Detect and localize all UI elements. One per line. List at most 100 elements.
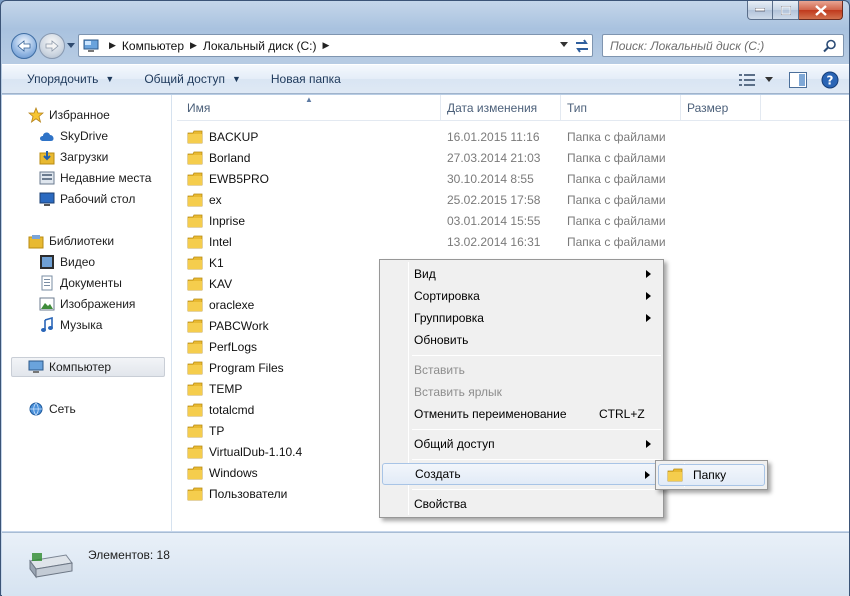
file-name-cell[interactable]: Program Files — [187, 357, 284, 378]
menu-label: Папку — [693, 468, 727, 482]
table-row[interactable]: Borland 27.03.2014 21:03 Папка с файлами — [177, 147, 849, 168]
column-label: Тип — [567, 101, 588, 115]
submenu-arrow-icon — [645, 471, 650, 479]
file-type: Папка с файлами — [567, 150, 666, 165]
back-button[interactable] — [11, 33, 37, 59]
file-name-cell[interactable]: TP — [187, 420, 224, 441]
breadcrumb-separator[interactable]: ▶ — [190, 40, 197, 51]
new-folder-label: Новая папка — [270, 72, 341, 86]
menu-item-paste-shortcut[interactable]: Вставить ярлык — [382, 381, 661, 403]
menu-item-sort[interactable]: Сортировка — [382, 285, 661, 307]
menu-shortcut: CTRL+Z — [599, 407, 645, 421]
organize-button[interactable]: Упорядочить ▼ — [2, 64, 124, 94]
nav-item-favorites[interactable]: Избранное — [28, 105, 196, 125]
nav-label: SkyDrive — [60, 129, 109, 143]
folder-icon — [187, 193, 203, 207]
nav-label: Библиотеки — [49, 234, 115, 248]
folder-icon — [187, 403, 203, 417]
file-type: Папка с файлами — [567, 129, 666, 144]
file-name-cell[interactable]: ex — [187, 189, 222, 210]
search-icon[interactable] — [823, 39, 837, 53]
file-date: 30.10.2014 8:55 — [447, 171, 534, 186]
file-name-cell[interactable]: VirtualDub-1.10.4 — [187, 441, 302, 462]
file-name: oraclexe — [209, 297, 255, 312]
menu-label: Вид — [414, 267, 436, 281]
breadcrumb-separator[interactable]: ▶ — [109, 40, 116, 51]
minimize-button[interactable] — [747, 1, 773, 20]
column-headers: Имя ▲ Дата изменения Тип Размер — [177, 95, 849, 121]
table-row[interactable]: Inprise 03.01.2014 15:55 Папка с файлами — [177, 210, 849, 231]
file-name: Inprise — [209, 213, 246, 228]
nav-item-libraries[interactable]: Библиотеки — [28, 231, 196, 251]
sort-ascending-icon: ▲ — [305, 95, 313, 104]
close-button[interactable] — [799, 1, 843, 20]
new-folder-button[interactable]: Новая папка — [251, 64, 351, 94]
refresh-icon[interactable] — [572, 37, 592, 55]
file-name: Program Files — [209, 360, 284, 375]
table-row[interactable]: BACKUP 16.01.2015 11:16 Папка с файлами — [177, 126, 849, 147]
menu-item-properties[interactable]: Свойства — [382, 493, 661, 515]
column-label: Размер — [687, 101, 729, 115]
file-name-cell[interactable]: K1 — [187, 252, 224, 273]
table-row[interactable]: EWB5PRO 30.10.2014 8:55 Папка с файлами — [177, 168, 849, 189]
preview-pane-icon[interactable] — [789, 72, 807, 88]
nav-item-computer[interactable]: Компьютер — [11, 357, 165, 377]
recent-pages-dropdown-icon[interactable] — [67, 42, 75, 50]
folder-icon — [187, 466, 203, 480]
menu-item-paste[interactable]: Вставить — [382, 359, 661, 381]
search-input[interactable]: Поиск: Локальный диск (C:) — [602, 34, 844, 57]
item-count: Элементов: 18 — [88, 548, 170, 562]
file-name-cell[interactable]: BACKUP — [187, 126, 258, 147]
view-options-icon[interactable] — [739, 74, 755, 86]
file-name-cell[interactable]: Windows — [187, 462, 258, 483]
hard-drive-icon — [29, 553, 73, 579]
view-dropdown-icon[interactable] — [765, 77, 773, 83]
menu-item-view[interactable]: Вид — [382, 263, 661, 285]
breadcrumb-local-disk[interactable]: Локальный диск (C:) — [203, 39, 317, 53]
nav-item-network[interactable]: Сеть — [28, 399, 196, 419]
address-bar[interactable]: ▶ Компьютер ▶ Локальный диск (C:) ▶ — [78, 34, 593, 57]
forward-arrow-icon — [45, 40, 59, 52]
column-header-date[interactable]: Дата изменения — [441, 95, 561, 121]
maximize-button[interactable] — [773, 1, 799, 20]
file-name-cell[interactable]: Borland — [187, 147, 250, 168]
folder-icon — [187, 298, 203, 312]
table-row[interactable]: Intel 13.02.2014 16:31 Папка с файлами — [177, 231, 849, 252]
file-name-cell[interactable]: oraclexe — [187, 294, 254, 315]
folder-icon — [187, 256, 203, 270]
video-icon — [39, 254, 55, 270]
file-name: PABCWork — [209, 318, 269, 333]
column-header-size[interactable]: Размер — [681, 95, 761, 121]
help-icon[interactable]: ? — [821, 71, 839, 89]
share-button[interactable]: Общий доступ ▼ — [124, 64, 251, 94]
forward-button[interactable] — [39, 33, 65, 59]
menu-item-refresh[interactable]: Обновить — [382, 329, 661, 351]
file-name: PerfLogs — [209, 339, 258, 354]
file-name-cell[interactable]: PerfLogs — [187, 336, 257, 357]
menu-item-undo-rename[interactable]: Отменить переименование CTRL+Z — [382, 403, 661, 425]
file-name-cell[interactable]: Пользователи — [187, 483, 287, 504]
share-label: Общий доступ — [144, 72, 225, 86]
file-name-cell[interactable]: TEMP — [187, 378, 242, 399]
file-name-cell[interactable]: PABCWork — [187, 315, 269, 336]
breadcrumb-separator[interactable]: ▶ — [323, 40, 330, 51]
file-name-cell[interactable]: totalcmd — [187, 399, 254, 420]
folder-icon — [187, 382, 203, 396]
file-name-cell[interactable]: KAV — [187, 273, 232, 294]
menu-item-create[interactable]: Создать — [382, 463, 661, 485]
file-name-cell[interactable]: Intel — [187, 231, 232, 252]
file-type: Папка с файлами — [567, 213, 666, 228]
address-dropdown-icon[interactable] — [560, 42, 568, 48]
menu-item-group[interactable]: Группировка — [382, 307, 661, 329]
file-name: VirtualDub-1.10.4 — [209, 444, 303, 459]
nav-label: Документы — [60, 276, 122, 290]
breadcrumb-computer[interactable]: Компьютер — [122, 39, 184, 53]
table-row[interactable]: ex 25.02.2015 17:58 Папка с файлами — [177, 189, 849, 210]
menu-item-share[interactable]: Общий доступ — [382, 433, 661, 455]
column-header-type[interactable]: Тип — [561, 95, 681, 121]
submenu-arrow-icon — [646, 314, 651, 322]
file-name-cell[interactable]: Inprise — [187, 210, 245, 231]
menu-item-new-folder[interactable]: Папку — [658, 464, 765, 486]
file-name-cell[interactable]: EWB5PRO — [187, 168, 269, 189]
column-label: Имя — [187, 101, 211, 115]
